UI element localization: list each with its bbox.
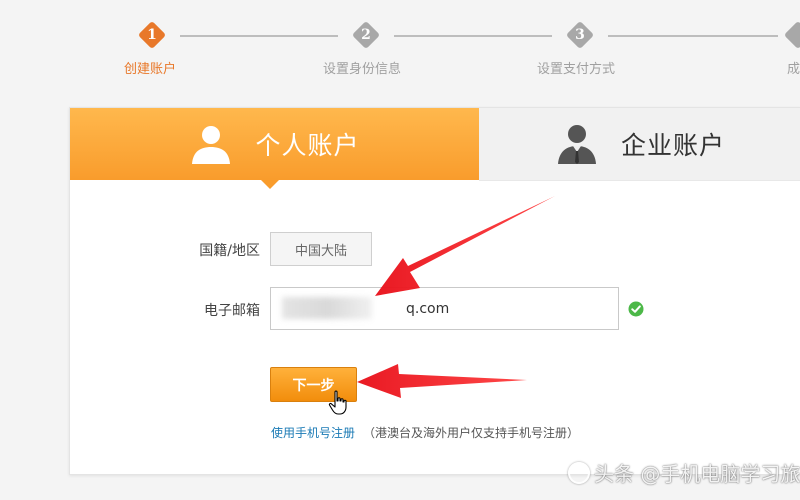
watermark-text: 头条 @手机电脑学习旅行	[594, 462, 800, 486]
step-4-marker	[783, 20, 800, 50]
step-connector	[180, 35, 338, 37]
region-label: 国籍/地区	[199, 243, 260, 259]
step-progress-bar: 1 创建账户 2 设置身份信息 3 设置支付方式 成	[0, 0, 800, 90]
step-2-label: 设置身份信息	[323, 62, 402, 77]
step-3-label: 设置支付方式	[537, 62, 616, 77]
step-connector	[394, 35, 552, 37]
region-select[interactable]: 中国大陆	[270, 232, 372, 266]
step-3-marker: 3	[565, 20, 595, 50]
tab-personal-label: 个人账户	[255, 131, 360, 160]
step-number: 1	[147, 27, 157, 43]
watermark-logo-icon	[568, 462, 590, 484]
tab-personal-account[interactable]: 个人账户	[70, 108, 479, 189]
tab-active-pointer	[260, 179, 280, 189]
step-1-label: 创建账户	[124, 62, 177, 77]
registration-card: 个人账户 企业账户 国籍/地区 中国大陆 电子邮箱 下一步 使用手机号注册 （港…	[69, 107, 800, 475]
phone-register-link[interactable]: 使用手机号注册	[271, 424, 355, 441]
email-label: 电子邮箱	[204, 303, 260, 319]
phone-register-note: （港澳台及海外用户仅支持手机号注册）	[363, 426, 580, 440]
person-icon	[192, 126, 231, 164]
step-number: 3	[575, 27, 585, 43]
step-connector	[608, 35, 778, 37]
tab-business-label: 企业账户	[620, 131, 725, 160]
step-2-marker: 2	[351, 20, 381, 50]
tab-business-account[interactable]: 企业账户	[479, 108, 800, 181]
step-number: 2	[361, 27, 371, 43]
hand-cursor-icon	[328, 390, 347, 415]
watermark: 头条 @手机电脑学习旅行	[568, 458, 800, 487]
email-redaction-blur	[282, 297, 372, 319]
business-person-icon	[557, 125, 596, 164]
step-1-marker: 1	[137, 20, 167, 50]
check-circle-icon	[628, 301, 644, 317]
step-4-label: 成	[787, 62, 800, 77]
